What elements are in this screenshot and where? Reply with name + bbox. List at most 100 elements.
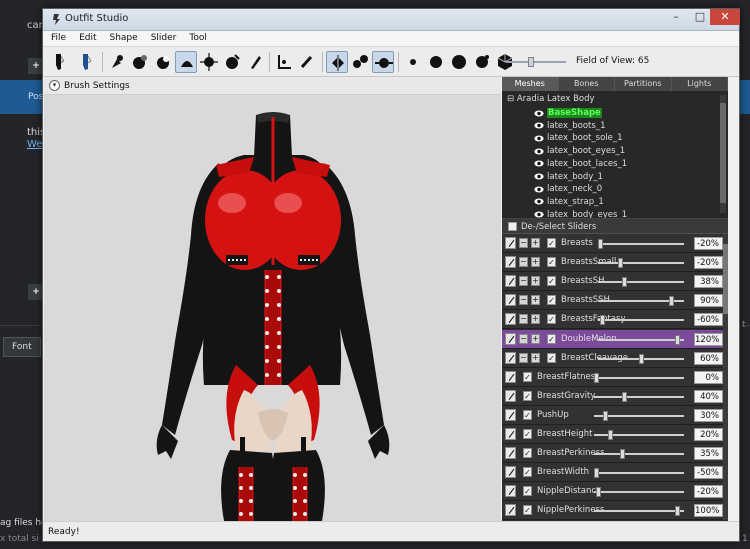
color-brush-button[interactable] — [244, 51, 266, 73]
eye-icon[interactable] — [534, 211, 544, 218]
character-model[interactable] — [44, 95, 501, 521]
select-all-sliders-checkbox[interactable] — [508, 222, 517, 231]
brush-edit-icon[interactable] — [505, 294, 516, 307]
mask-brush-button[interactable] — [76, 51, 98, 73]
eye-icon[interactable] — [534, 135, 544, 142]
slider-value-field[interactable]: -60% — [694, 313, 723, 327]
slider-track[interactable] — [594, 376, 684, 379]
slider-plus-button[interactable]: + — [531, 295, 540, 306]
menu-edit[interactable]: Edit — [71, 31, 101, 46]
mesh-tree-scrollbar[interactable] — [720, 95, 726, 213]
slider-list-scrollbar[interactable] — [723, 234, 728, 520]
select-tool-button[interactable] — [49, 51, 71, 73]
slider-value-field[interactable]: -20% — [694, 237, 723, 250]
slider-thumb[interactable] — [675, 506, 680, 517]
brush-edit-icon[interactable] — [505, 504, 516, 517]
move-brush-button[interactable] — [152, 51, 174, 73]
slider-plus-button[interactable]: + — [531, 314, 540, 325]
transform-tool-button[interactable] — [198, 51, 220, 73]
slider-enable-checkbox[interactable]: ✓ — [547, 314, 556, 325]
brush-settings-header[interactable]: ▾ Brush Settings — [44, 77, 501, 95]
slider-value-field[interactable]: 120% — [694, 332, 723, 346]
slider-thumb[interactable] — [608, 430, 613, 440]
eye-icon[interactable] — [534, 173, 544, 180]
slider-list-scroll-thumb[interactable] — [723, 244, 728, 314]
brush-edit-icon[interactable] — [505, 351, 516, 364]
brush-edit-icon[interactable] — [505, 428, 516, 440]
slider-track[interactable] — [598, 319, 684, 322]
slider-track[interactable] — [594, 395, 684, 398]
slider-value-field[interactable]: 0% — [694, 370, 723, 384]
slider-enable-checkbox[interactable]: ✓ — [547, 295, 556, 306]
vertex-edit-button[interactable] — [296, 51, 318, 73]
slider-enable-checkbox[interactable]: ✓ — [523, 371, 532, 382]
slider-minus-button[interactable]: − — [519, 276, 528, 287]
eye-icon[interactable] — [534, 122, 544, 129]
eye-icon[interactable] — [534, 198, 544, 205]
field-of-view-thumb[interactable] — [528, 57, 534, 67]
slider-enable-checkbox[interactable]: ✓ — [547, 276, 556, 287]
menu-tool[interactable]: Tool — [181, 31, 211, 46]
tab-lights[interactable]: Lights — [671, 77, 728, 91]
slider-track[interactable] — [598, 338, 684, 341]
eye-icon[interactable] — [534, 110, 544, 117]
slider-track[interactable] — [598, 281, 684, 284]
slider-row[interactable]: ✓ BreastPerkiness 35% — [502, 444, 728, 464]
slider-enable-checkbox[interactable]: ✓ — [523, 505, 532, 516]
weight-brush-button[interactable] — [221, 51, 243, 73]
slider-row[interactable]: − + ✓ BreastCleavage 60% — [502, 348, 728, 368]
tab-partitions[interactable]: Partitions — [615, 77, 672, 91]
slider-minus-button[interactable]: − — [519, 333, 528, 344]
brush-size-small-button[interactable] — [402, 51, 424, 73]
eye-icon[interactable] — [534, 160, 544, 167]
slider-enable-checkbox[interactable]: ✓ — [547, 257, 556, 268]
background-link[interactable]: We — [27, 139, 42, 150]
slider-thumb[interactable] — [618, 258, 623, 269]
slider-thumb[interactable] — [639, 353, 644, 364]
slider-row[interactable]: ✓ BreastFlatness 0% — [502, 367, 728, 387]
slider-row[interactable]: − + ✓ BreastsSSH 90% — [502, 291, 728, 311]
slider-value-field[interactable]: -20% — [694, 485, 723, 499]
connected-only-button[interactable] — [349, 51, 371, 73]
3d-viewport[interactable]: ▾ Brush Settings — [44, 77, 501, 521]
slider-enable-checkbox[interactable]: ✓ — [523, 467, 532, 478]
mesh-item[interactable]: latex_boot_eyes_1 — [534, 145, 625, 157]
slider-plus-button[interactable]: + — [531, 257, 540, 268]
brush-edit-icon[interactable] — [505, 237, 516, 249]
slider-row[interactable]: ✓ BreastHeight 20% — [502, 425, 728, 444]
slider-thumb[interactable] — [622, 391, 627, 402]
slider-thumb[interactable] — [594, 372, 599, 383]
brush-edit-icon[interactable] — [505, 447, 516, 460]
tab-bones[interactable]: Bones — [558, 77, 615, 91]
field-of-view-slider[interactable] — [506, 57, 566, 67]
slider-value-field[interactable]: 38% — [694, 275, 723, 289]
mesh-item[interactable]: latex_boot_sole_1 — [534, 132, 623, 144]
eye-icon[interactable] — [534, 186, 544, 193]
mesh-item[interactable]: latex_boot_laces_1 — [534, 158, 627, 170]
slider-thumb[interactable] — [620, 449, 625, 460]
slider-thumb[interactable] — [622, 277, 627, 288]
slider-minus-button[interactable]: − — [519, 257, 528, 268]
slider-enable-checkbox[interactable]: ✓ — [523, 429, 532, 439]
slider-thumb[interactable] — [598, 239, 603, 249]
slider-minus-button[interactable]: − — [519, 352, 528, 363]
slider-track[interactable] — [594, 510, 684, 513]
mesh-item[interactable]: latex_neck_0 — [534, 183, 602, 195]
slider-row[interactable]: ✓ BreastGravity 40% — [502, 386, 728, 406]
slider-value-field[interactable]: -20% — [694, 256, 723, 270]
slider-row[interactable]: − + ✓ BreastsSH 38% — [502, 272, 728, 292]
chevron-down-icon[interactable]: ▾ — [49, 80, 60, 91]
slider-plus-button[interactable]: + — [531, 276, 540, 287]
slider-value-field[interactable]: 100% — [694, 504, 723, 518]
brush-edit-icon[interactable] — [505, 370, 516, 383]
mesh-item[interactable]: latex_strap_1 — [534, 196, 604, 208]
slider-thumb[interactable] — [594, 468, 599, 479]
slider-value-field[interactable]: 35% — [694, 447, 723, 461]
slider-thumb[interactable] — [669, 296, 674, 307]
slider-track[interactable] — [594, 453, 684, 456]
brush-size-medium-button[interactable] — [425, 51, 447, 73]
mesh-tree-root[interactable]: ⊟ Aradia Latex Body — [507, 94, 595, 104]
slider-value-field[interactable]: 40% — [694, 389, 723, 403]
collapse-icon[interactable]: ⊟ — [507, 94, 514, 104]
brush-edit-icon[interactable] — [505, 389, 516, 402]
